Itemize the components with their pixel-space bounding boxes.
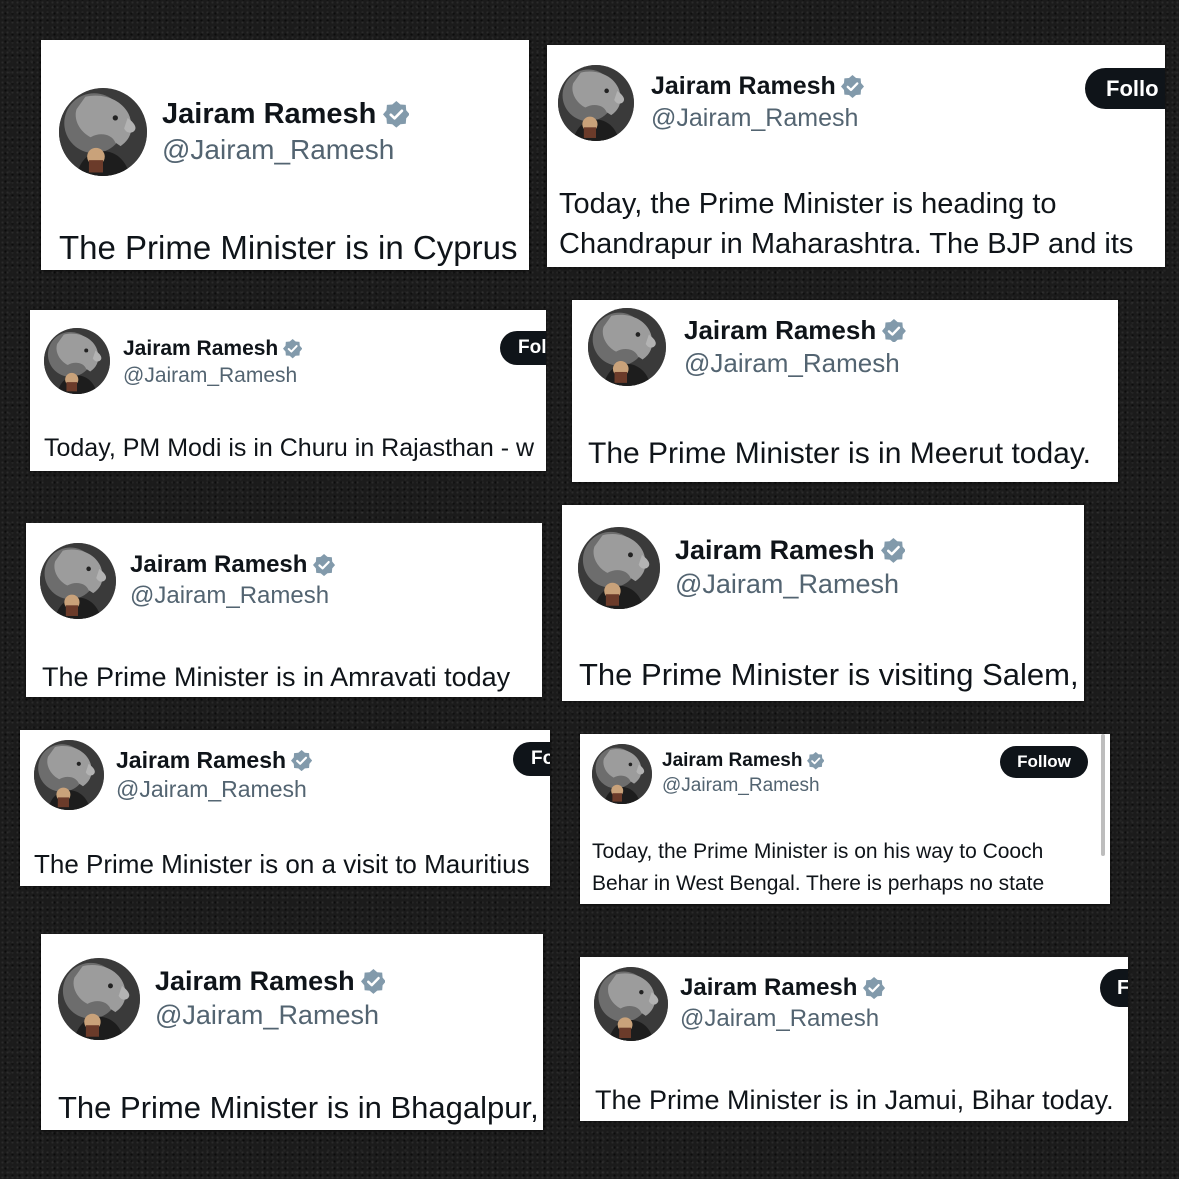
tweet-card-amravati: Jairam Ramesh @Jairam_Ramesh The Prime M… bbox=[26, 523, 542, 697]
author-name[interactable]: Jairam Ramesh bbox=[116, 747, 313, 774]
tweet-text: The Prime Minister is in Jamui, Bihar to… bbox=[595, 1085, 1114, 1115]
author-name[interactable]: Jairam Ramesh bbox=[662, 750, 825, 772]
verified-badge-icon bbox=[382, 101, 410, 128]
author-handle[interactable]: @Jairam_Ramesh bbox=[662, 775, 820, 797]
follow-button[interactable]: F bbox=[1100, 969, 1128, 1007]
author-name[interactable]: Jairam Ramesh bbox=[651, 72, 865, 101]
tweet-text: The Prime Minister is in Amravati today bbox=[42, 662, 511, 692]
follow-button[interactable]: Follow bbox=[1000, 746, 1088, 778]
author-name[interactable]: Jairam Ramesh bbox=[130, 551, 335, 579]
author-handle[interactable]: @Jairam_Ramesh bbox=[680, 1005, 879, 1033]
author-handle[interactable]: @Jairam_Ramesh bbox=[130, 582, 329, 610]
profile-avatar[interactable] bbox=[58, 958, 140, 1040]
author-handle[interactable]: @Jairam_Ramesh bbox=[155, 1000, 379, 1031]
author-name[interactable]: Jairam Ramesh bbox=[684, 315, 906, 346]
tweet-card-meerut: Jairam Ramesh @Jairam_Ramesh The Prime M… bbox=[572, 300, 1118, 482]
verified-badge-icon bbox=[291, 749, 313, 772]
tweet-text: Today, PM Modi is in Churu in Rajasthan … bbox=[44, 434, 535, 462]
profile-avatar[interactable] bbox=[594, 967, 668, 1041]
author-handle[interactable]: @Jairam_Ramesh bbox=[675, 569, 899, 600]
tweet-card-salem: Jairam Ramesh @Jairam_Ramesh The Prime M… bbox=[562, 505, 1084, 701]
tweet-text-line-2: Behar in West Bengal. There is perhaps n… bbox=[592, 872, 1045, 895]
profile-avatar[interactable] bbox=[592, 744, 652, 804]
author-handle[interactable]: @Jairam_Ramesh bbox=[123, 364, 297, 388]
verified-badge-icon bbox=[360, 969, 386, 994]
tweet-text: The Prime Minister is in Meerut today. bbox=[588, 437, 1091, 470]
profile-avatar[interactable] bbox=[44, 328, 110, 394]
tweet-text: The Prime Minister is on a visit to Maur… bbox=[34, 849, 530, 879]
profile-avatar[interactable] bbox=[40, 543, 116, 619]
tweet-card-jamui: Jairam Ramesh @Jairam_Ramesh F The Prime… bbox=[580, 957, 1128, 1121]
verified-badge-icon bbox=[806, 752, 825, 770]
author-name[interactable]: Jairam Ramesh bbox=[162, 98, 410, 131]
follow-button[interactable]: Fol bbox=[500, 331, 546, 365]
verified-badge-icon bbox=[282, 339, 303, 359]
author-name[interactable]: Jairam Ramesh bbox=[155, 966, 386, 997]
tweet-text: The Prime Minister is in Bhagalpur, bbox=[58, 1090, 539, 1125]
profile-avatar[interactable] bbox=[59, 88, 147, 176]
tweet-text: The Prime Minister is visiting Salem, bbox=[579, 657, 1079, 692]
tweet-text: The Prime Minister is in Cyprus bbox=[59, 229, 518, 266]
tweet-text-line-1: Today, the Prime Minister is heading to bbox=[559, 188, 1057, 220]
profile-avatar[interactable] bbox=[34, 740, 104, 810]
tweet-text-line-2: Chandrapur in Maharashtra. The BJP and i… bbox=[559, 228, 1134, 260]
author-name[interactable]: Jairam Ramesh bbox=[675, 535, 906, 566]
tweet-card-churu: Jairam Ramesh @Jairam_Ramesh Fol Today, … bbox=[30, 310, 546, 471]
author-name[interactable]: Jairam Ramesh bbox=[123, 337, 303, 361]
follow-button[interactable]: Fo bbox=[513, 742, 550, 776]
verified-badge-icon bbox=[880, 538, 906, 563]
profile-avatar[interactable] bbox=[588, 308, 666, 386]
scrollbar[interactable] bbox=[1101, 734, 1105, 856]
verified-badge-icon bbox=[841, 75, 865, 98]
verified-badge-icon bbox=[862, 976, 885, 1000]
tweet-card-chandrapur: Jairam Ramesh @Jairam_Ramesh Follo Today… bbox=[547, 45, 1165, 267]
profile-avatar[interactable] bbox=[578, 527, 660, 609]
tweet-card-bhagalpur: Jairam Ramesh @Jairam_Ramesh The Prime M… bbox=[41, 934, 543, 1130]
profile-avatar[interactable] bbox=[558, 65, 634, 141]
verified-badge-icon bbox=[881, 318, 906, 343]
author-handle[interactable]: @Jairam_Ramesh bbox=[116, 776, 307, 803]
verified-badge-icon bbox=[312, 553, 335, 577]
tweet-text-line-1: Today, the Prime Minister is on his way … bbox=[592, 840, 1044, 863]
author-handle[interactable]: @Jairam_Ramesh bbox=[684, 348, 900, 379]
tweet-card-mauritius: Jairam Ramesh @Jairam_Ramesh Fo The Prim… bbox=[20, 730, 550, 886]
author-handle[interactable]: @Jairam_Ramesh bbox=[651, 104, 858, 133]
author-name[interactable]: Jairam Ramesh bbox=[680, 974, 885, 1002]
tweet-card-cooch-behar: Jairam Ramesh @Jairam_Ramesh Follow Toda… bbox=[580, 734, 1110, 904]
tweet-card-cyprus: Jairam Ramesh @Jairam_Ramesh The Prime M… bbox=[41, 40, 529, 270]
author-handle[interactable]: @Jairam_Ramesh bbox=[162, 134, 394, 166]
follow-button[interactable]: Follo bbox=[1085, 68, 1165, 109]
